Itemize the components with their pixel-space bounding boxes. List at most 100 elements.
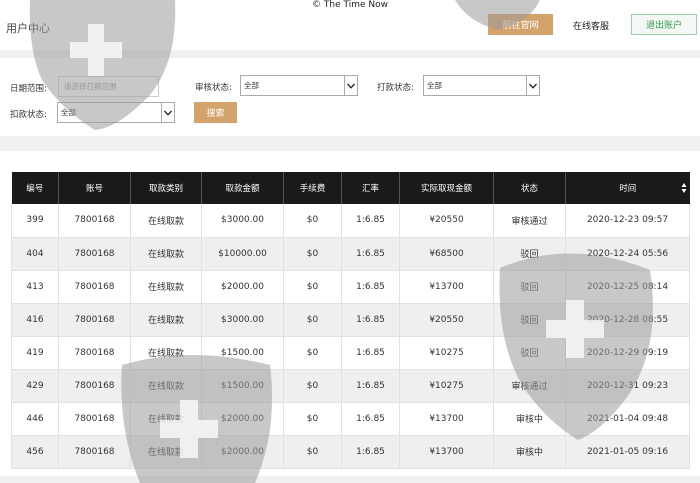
column-header-type: 取款类别	[130, 172, 202, 204]
cell-rate: 1:6.85	[341, 336, 400, 370]
cell-type: 在线取款	[130, 237, 202, 271]
filter-panel: 日期范围: 请选择日期范围 审核状态: 全部 打款状态: 全部 扣款状态: 全部…	[0, 58, 700, 136]
audit-status-value: 全部	[244, 81, 259, 90]
table-row: 413 7800168 在线取款 $2000.00 $0 1:6.85 ¥13700 驳回 20…	[11, 270, 690, 304]
cell-fee: $0	[283, 237, 342, 271]
cell-actual: ¥10275	[399, 336, 494, 370]
column-header-time[interactable]: 时间	[565, 172, 690, 204]
cell-status: 驳回	[493, 303, 566, 337]
cell-rate: 1:6.85	[341, 435, 400, 469]
cell-account: 7800168	[58, 303, 131, 337]
cell-time: 2020-12-29 09:19	[565, 336, 690, 370]
cell-fee: $0	[283, 435, 342, 469]
withdrawal-table-panel: 编号 账号 取款类别 取款金额 手续费 汇率 实际取现金额 状态 时间 399 7…	[0, 151, 700, 476]
online-service-link[interactable]: 在线客服	[573, 19, 609, 32]
cell-time: 2021-01-05 09:16	[565, 435, 690, 469]
cell-fee: $0	[283, 303, 342, 337]
cell-actual: ¥13700	[399, 435, 494, 469]
cell-time: 2020-12-24 05:56	[565, 237, 690, 271]
cell-id: 413	[11, 270, 59, 304]
table-row: 419 7800168 在线取款 $1500.00 $0 1:6.85 ¥10275 驳回 20…	[11, 336, 690, 370]
cell-time: 2020-12-28 08:55	[565, 303, 690, 337]
cell-rate: 1:6.85	[341, 369, 400, 403]
chevron-down-icon	[526, 76, 539, 95]
cell-time: 2020-12-23 09:57	[565, 204, 690, 238]
table-row: 456 7800168 在线取款 $2000.00 $0 1:6.85 ¥13700 审核中 2…	[11, 435, 690, 469]
cell-actual: ¥20550	[399, 204, 494, 238]
table-header-row: 编号 账号 取款类别 取款金额 手续费 汇率 实际取现金额 状态 时间	[11, 172, 690, 204]
sort-icon[interactable]	[681, 182, 687, 194]
cell-amount: $1500.00	[201, 369, 284, 403]
cell-status: 驳回	[493, 237, 566, 271]
cell-id: 446	[11, 402, 59, 436]
cell-rate: 1:6.85	[341, 303, 400, 337]
payout-status-label: 打款状态:	[377, 83, 414, 93]
column-header-account: 账号	[58, 172, 131, 204]
cell-actual: ¥13700	[399, 270, 494, 304]
deduct-status-value: 全部	[61, 108, 76, 117]
cell-type: 在线取款	[130, 303, 202, 337]
chevron-down-icon	[161, 103, 174, 122]
table-row: 399 7800168 在线取款 $3000.00 $0 1:6.85 ¥20550 审核通过…	[11, 204, 690, 238]
cell-time: 2020-12-25 08:14	[565, 270, 690, 304]
cell-actual: ¥20550	[399, 303, 494, 337]
withdrawal-table: 编号 账号 取款类别 取款金额 手续费 汇率 实际取现金额 状态 时间 399 7…	[11, 172, 690, 469]
column-header-rate: 汇率	[341, 172, 400, 204]
deduct-status-label: 扣款状态:	[10, 110, 47, 120]
cell-rate: 1:6.85	[341, 270, 400, 304]
official-site-button[interactable]: 前往官网	[488, 14, 553, 35]
cell-id: 399	[11, 204, 59, 238]
cell-status: 审核中	[493, 402, 566, 436]
cell-type: 在线取款	[130, 204, 202, 238]
cell-rate: 1:6.85	[341, 237, 400, 271]
cell-type: 在线取款	[130, 270, 202, 304]
cell-actual: ¥13700	[399, 402, 494, 436]
cell-type: 在线取款	[130, 402, 202, 436]
cell-rate: 1:6.85	[341, 204, 400, 238]
cell-id: 456	[11, 435, 59, 469]
cell-account: 7800168	[58, 336, 131, 370]
audit-status-label: 审核状态:	[195, 83, 232, 93]
cell-status: 审核通过	[493, 369, 566, 403]
cell-id: 404	[11, 237, 59, 271]
column-header-fee: 手续费	[283, 172, 342, 204]
cell-account: 7800168	[58, 369, 131, 403]
cell-amount: $2000.00	[201, 402, 284, 436]
cell-actual: ¥68500	[399, 237, 494, 271]
cell-amount: $2000.00	[201, 435, 284, 469]
cell-account: 7800168	[58, 204, 131, 238]
search-button[interactable]: 搜索	[194, 102, 237, 123]
column-header-time-label: 时间	[619, 184, 637, 194]
chevron-down-icon	[344, 76, 357, 95]
table-row: 416 7800168 在线取款 $3000.00 $0 1:6.85 ¥20550 驳回 20…	[11, 303, 690, 337]
date-range-input[interactable]: 请选择日期范围	[58, 76, 159, 97]
cell-actual: ¥10275	[399, 369, 494, 403]
cell-id: 416	[11, 303, 59, 337]
logout-button[interactable]: 退出账户	[631, 14, 697, 35]
table-row: 429 7800168 在线取款 $1500.00 $0 1:6.85 ¥10275 审核通过…	[11, 369, 690, 403]
cell-account: 7800168	[58, 237, 131, 271]
payout-status-select[interactable]: 全部	[423, 75, 540, 96]
top-bar: © The Time Now 用户中心 前往官网 在线客服 退出账户	[0, 0, 700, 50]
cell-fee: $0	[283, 369, 342, 403]
deduct-status-select[interactable]: 全部	[57, 102, 175, 123]
payout-status-value: 全部	[427, 81, 442, 90]
cell-type: 在线取款	[130, 336, 202, 370]
table-row: 446 7800168 在线取款 $2000.00 $0 1:6.85 ¥13700 审核中 2…	[11, 402, 690, 436]
cell-amount: $3000.00	[201, 303, 284, 337]
cell-status: 审核通过	[493, 204, 566, 238]
cell-amount: $10000.00	[201, 237, 284, 271]
column-header-status: 状态	[493, 172, 566, 204]
column-header-id: 编号	[11, 172, 59, 204]
cell-amount: $1500.00	[201, 336, 284, 370]
cell-fee: $0	[283, 402, 342, 436]
cell-status: 驳回	[493, 270, 566, 304]
date-range-label: 日期范围:	[10, 84, 47, 94]
cell-fee: $0	[283, 270, 342, 304]
cell-status: 审核中	[493, 435, 566, 469]
cell-status: 驳回	[493, 336, 566, 370]
column-header-actual: 实际取现金额	[399, 172, 494, 204]
cell-amount: $2000.00	[201, 270, 284, 304]
table-row: 404 7800168 在线取款 $10000.00 $0 1:6.85 ¥68500 驳回 2…	[11, 237, 690, 271]
audit-status-select[interactable]: 全部	[240, 75, 358, 96]
